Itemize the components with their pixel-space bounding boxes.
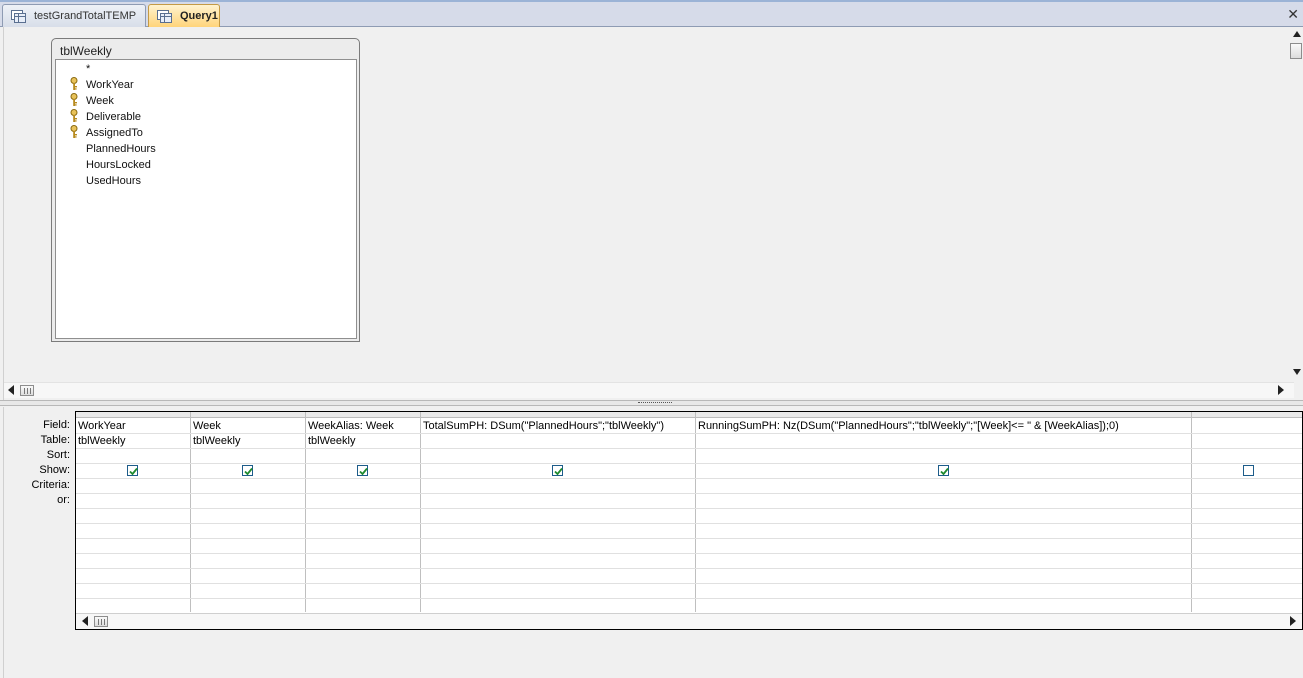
row-divider: [76, 553, 1302, 554]
show-checkbox[interactable]: [938, 465, 949, 476]
row-label-show: Show:: [39, 464, 70, 476]
scroll-down-arrow-icon[interactable]: [1292, 367, 1302, 380]
upper-horizontal-scrollbar[interactable]: [4, 382, 1294, 398]
check-mark-icon: [554, 467, 563, 476]
field-item-workyear[interactable]: WorkYear: [86, 77, 134, 93]
show-checkbox[interactable]: [242, 465, 253, 476]
row-divider: [76, 568, 1302, 569]
vertical-scroll-thumb[interactable]: [1290, 43, 1302, 59]
field-cell[interactable]: WeekAlias: Week: [308, 419, 394, 434]
grid-horizontal-scrollbar[interactable]: [76, 613, 1302, 629]
primary-key-icon: [70, 93, 80, 107]
query-design-grid-pane: Field: Table: Sort: Show: Criteria: or: …: [3, 407, 1303, 678]
tab-query1[interactable]: Query1: [148, 4, 220, 27]
close-icon[interactable]: ✕: [1287, 7, 1299, 21]
scroll-up-arrow-icon[interactable]: [1292, 29, 1302, 42]
column-divider[interactable]: [695, 412, 696, 612]
scroll-left-arrow-icon[interactable]: [6, 384, 16, 399]
show-checkbox[interactable]: [552, 465, 563, 476]
row-divider: [76, 508, 1302, 509]
document-tab-strip: testGrandTotalTEMP Query1 ✕: [0, 0, 1303, 27]
primary-key-icon: [70, 125, 80, 139]
row-divider: [76, 538, 1302, 539]
row-label-or: or:: [57, 494, 70, 506]
field-list[interactable]: * WorkYear Week Deliverable AssignedTo P…: [55, 59, 357, 339]
field-cell[interactable]: WorkYear: [78, 419, 126, 434]
field-item-hourslocked[interactable]: HoursLocked: [86, 157, 151, 173]
row-divider: [76, 478, 1302, 479]
tab-label: Query1: [180, 10, 218, 22]
tab-testgrandtotaltemp[interactable]: testGrandTotalTEMP: [2, 4, 146, 27]
column-divider[interactable]: [305, 412, 306, 612]
primary-key-icon: [70, 77, 80, 91]
check-mark-icon: [244, 467, 253, 476]
column-divider[interactable]: [190, 412, 191, 612]
scroll-right-arrow-icon[interactable]: [1288, 615, 1298, 629]
query-tab-icon: [11, 9, 26, 23]
show-checkbox[interactable]: [357, 465, 368, 476]
row-divider: [76, 448, 1302, 449]
field-cell[interactable]: RunningSumPH: Nz(DSum("PlannedHours";"tb…: [698, 419, 1119, 434]
field-item-deliverable[interactable]: Deliverable: [86, 109, 141, 125]
table-cell[interactable]: tblWeekly: [78, 434, 125, 449]
horizontal-scroll-thumb[interactable]: [94, 616, 108, 627]
row-label-criteria: Criteria:: [31, 479, 70, 491]
row-divider: [76, 493, 1302, 494]
scroll-right-arrow-icon[interactable]: [1276, 384, 1286, 399]
show-checkbox[interactable]: [127, 465, 138, 476]
table-title: tblWeekly: [60, 44, 112, 58]
table-field-list-window[interactable]: tblWeekly * WorkYear Week Deliverable As…: [51, 38, 360, 342]
query-tab-icon: [157, 9, 172, 23]
table-cell[interactable]: tblWeekly: [193, 434, 240, 449]
scroll-left-arrow-icon[interactable]: [80, 615, 90, 629]
field-item-plannedhours[interactable]: PlannedHours: [86, 141, 156, 157]
table-cell[interactable]: tblWeekly: [308, 434, 355, 449]
field-item-assignedto[interactable]: AssignedTo: [86, 125, 143, 141]
splitter-grip[interactable]: [638, 402, 672, 404]
field-item-usedhours[interactable]: UsedHours: [86, 173, 141, 189]
upper-vertical-scrollbar[interactable]: [1290, 29, 1303, 383]
row-label-sort: Sort:: [46, 449, 70, 461]
row-divider: [76, 523, 1302, 524]
field-item-all[interactable]: *: [86, 61, 90, 77]
tab-label: testGrandTotalTEMP: [34, 10, 137, 22]
column-selector-bar[interactable]: [76, 412, 1302, 418]
row-divider: [76, 463, 1302, 464]
horizontal-scroll-thumb[interactable]: [20, 385, 34, 396]
field-cell[interactable]: TotalSumPH: DSum("PlannedHours";"tblWeek…: [423, 419, 664, 434]
column-divider[interactable]: [1191, 412, 1192, 612]
query-design-upper-pane: tblWeekly * WorkYear Week Deliverable As…: [3, 27, 1303, 400]
check-mark-icon: [359, 467, 368, 476]
column-divider[interactable]: [420, 412, 421, 612]
check-mark-icon: [940, 467, 949, 476]
row-divider: [76, 583, 1302, 584]
check-mark-icon: [129, 467, 138, 476]
field-item-week[interactable]: Week: [86, 93, 114, 109]
row-label-field: Field:: [43, 419, 70, 431]
field-cell[interactable]: Week: [193, 419, 221, 434]
row-divider: [76, 598, 1302, 599]
primary-key-icon: [70, 109, 80, 123]
design-grid[interactable]: WorkYear Week WeekAlias: Week TotalSumPH…: [75, 411, 1303, 630]
pane-splitter[interactable]: [0, 400, 1303, 406]
row-label-table: Table:: [40, 434, 70, 446]
show-checkbox[interactable]: [1243, 465, 1254, 476]
